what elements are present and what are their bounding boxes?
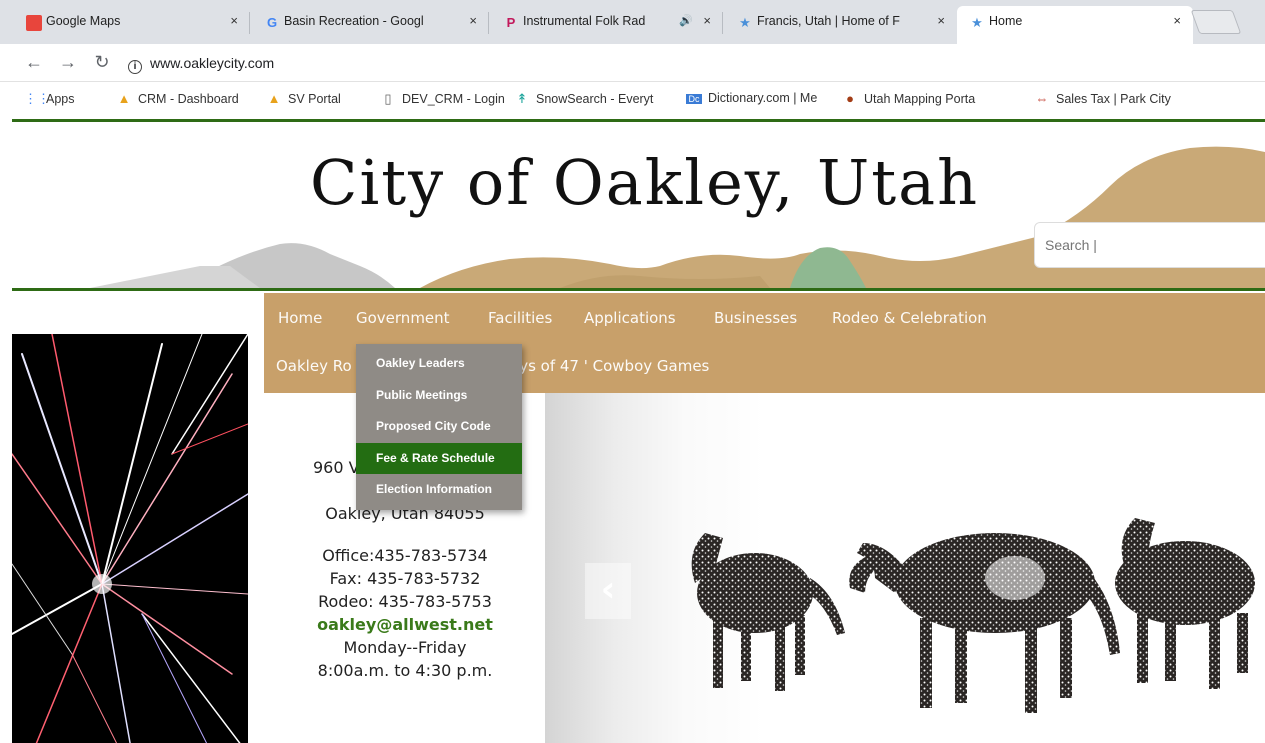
bookmark-sales-tax[interactable]: ⇔ Sales Tax | Park City — [1034, 91, 1171, 106]
nav-days-of-47[interactable]: ays of 47 ' Cowboy Games — [510, 357, 709, 375]
bookmark-snowsearch[interactable]: ↟ SnowSearch - Everyt — [514, 91, 654, 107]
slider-prev-button[interactable]: ‹ — [585, 563, 631, 619]
bookmark-sv-portal[interactable]: ▲ SV Portal — [266, 91, 341, 106]
tab-title: Basin Recreation - Googl — [284, 14, 424, 28]
utah-map-icon: ● — [846, 91, 854, 106]
contact-hours: 8:00a.m. to 4:30 p.m. — [317, 661, 493, 680]
dropdown-item-public-meetings[interactable]: Public Meetings — [356, 380, 522, 412]
dropdown-item-oakley-leaders[interactable]: Oakley Leaders — [356, 348, 522, 380]
nav-applications[interactable]: Applications — [584, 309, 676, 327]
new-tab-button[interactable] — [1190, 10, 1242, 34]
contact-fax: Fax: 435-783-5732 — [329, 569, 481, 588]
close-icon[interactable]: × — [230, 13, 238, 28]
page-content: City of Oakley, Utah Search | Home Gover… — [0, 116, 1265, 743]
dictionary-icon: Dc — [686, 94, 702, 104]
dropdown-item-proposed-city-code[interactable]: Proposed City Code — [356, 411, 522, 443]
close-icon[interactable]: × — [469, 13, 477, 28]
tab-title: Instrumental Folk Rad — [523, 14, 646, 28]
bookmark-label: SV Portal — [288, 92, 341, 106]
tab-title: Google Maps — [46, 14, 121, 28]
government-dropdown-menu: Oakley Leaders Public Meetings Proposed … — [356, 344, 522, 510]
page-icon: ▯ — [384, 91, 392, 106]
star-icon: ★ — [971, 15, 983, 30]
bookmark-label: DEV_CRM - Login — [402, 92, 505, 106]
bookmark-crm-dashboard[interactable]: ▲ CRM - Dashboard — [116, 91, 239, 106]
tab-basin-recreation[interactable]: G Basin Recreation - Googl × — [252, 6, 489, 44]
nav-oakley-rodeo[interactable]: Oakley Ro — [276, 357, 352, 375]
star-icon: ★ — [739, 15, 751, 30]
tab-strip: Google Maps × G Basin Recreation - Googl… — [0, 0, 1265, 44]
fireworks-image — [12, 334, 248, 743]
browser-toolbar: ← → ↻ i www.oakleycity.com — [0, 44, 1265, 82]
forward-arrow-icon[interactable]: → — [56, 50, 80, 74]
bookmark-label: SnowSearch - Everyt — [536, 92, 654, 106]
bookmark-label: CRM - Dashboard — [138, 92, 239, 106]
people-icon: ▲ — [267, 91, 281, 106]
bookmark-utah-mapping[interactable]: ● Utah Mapping Porta — [842, 91, 975, 106]
site-title: City of Oakley, Utah — [310, 146, 980, 219]
bookmark-label: Dictionary.com | Me — [708, 91, 818, 105]
bookmark-apps[interactable]: ⋮⋮Apps — [24, 91, 75, 107]
tab-google-maps[interactable]: Google Maps × — [14, 6, 250, 44]
back-arrow-icon[interactable]: ← — [22, 50, 46, 74]
tab-title: Home — [989, 14, 1023, 28]
audio-playing-icon[interactable]: 🔊 — [679, 14, 693, 27]
bookmark-dictionary[interactable]: Dc Dictionary.com | Me — [686, 91, 817, 105]
dropdown-item-election-information[interactable]: Election Information — [356, 474, 522, 506]
contact-office-phone: Office:435-783-5734 — [322, 546, 488, 565]
address-bar[interactable]: i www.oakleycity.com — [128, 50, 1238, 76]
nav-home[interactable]: Home — [278, 309, 322, 327]
nav-facilities[interactable]: Facilities — [488, 309, 552, 327]
nav-businesses[interactable]: Businesses — [714, 309, 797, 327]
close-icon[interactable]: × — [937, 13, 945, 28]
bookmark-dev-crm[interactable]: ▯ DEV_CRM - Login — [380, 91, 505, 107]
bookmark-label: Utah Mapping Porta — [864, 92, 976, 106]
nav-rodeo-celebration[interactable]: Rodeo & Celebration — [832, 309, 987, 327]
tab-instrumental-folk[interactable]: P Instrumental Folk Rad 🔊 × — [491, 6, 723, 44]
reload-icon[interactable]: ↻ — [90, 50, 114, 74]
close-icon[interactable]: × — [1173, 13, 1181, 28]
snowsearch-icon: ↟ — [516, 91, 528, 106]
contact-days: Monday--Friday — [343, 638, 467, 657]
contact-rodeo-phone: Rodeo: 435-783-5753 — [318, 592, 492, 611]
horses-image — [691, 518, 1255, 713]
header-bottom-rule — [12, 288, 1265, 291]
bookmark-label: Sales Tax | Park City — [1056, 92, 1171, 106]
contact-email-link[interactable]: oakley@allwest.net — [265, 613, 545, 636]
tab-francis-utah[interactable]: ★ Francis, Utah | Home of F × — [725, 6, 957, 44]
google-maps-icon — [26, 15, 42, 31]
apps-grid-icon: ⋮⋮ — [24, 91, 50, 106]
close-icon[interactable]: × — [703, 13, 711, 28]
park-city-icon: ⇔ — [1035, 91, 1049, 106]
tab-title: Francis, Utah | Home of F — [757, 14, 900, 28]
pandora-icon: P — [506, 15, 516, 30]
people-icon: ▲ — [117, 91, 131, 106]
nav-government[interactable]: Government — [356, 309, 450, 327]
bookmarks-bar: ⋮⋮Apps ▲ CRM - Dashboard ▲ SV Portal ▯ DEV_… — [0, 82, 1265, 116]
image-slider: ‹ — [545, 393, 1265, 743]
site-search-input[interactable] — [1034, 222, 1265, 268]
bookmark-label: Apps — [46, 92, 75, 106]
info-icon[interactable]: i — [128, 60, 142, 74]
tab-home[interactable]: ★ Home × — [957, 6, 1193, 44]
google-g-icon: G — [266, 15, 278, 30]
url-text: www.oakleycity.com — [150, 55, 275, 71]
dropdown-item-fee-rate-schedule[interactable]: Fee & Rate Schedule — [356, 442, 522, 474]
